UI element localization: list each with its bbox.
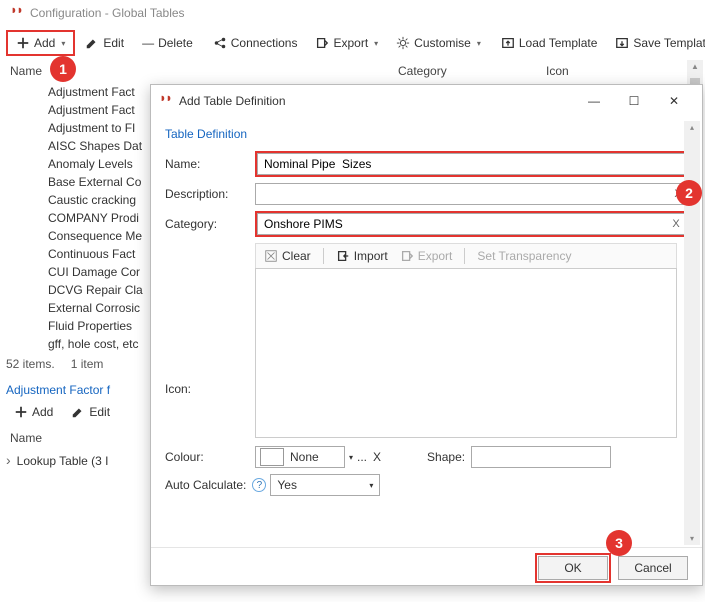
icon-label: Icon:	[165, 382, 191, 396]
auto-calc-label: Auto Calculate:	[165, 478, 246, 492]
chevron-right-icon	[6, 453, 11, 468]
shape-label: Shape:	[427, 450, 465, 464]
icon-toolbar: Clear Import Export Set Transparency	[255, 243, 677, 268]
chevron-down-icon: ▾	[477, 39, 481, 48]
name-label: Name:	[165, 157, 255, 171]
set-transparency-button: Set Transparency	[477, 249, 571, 263]
close-button[interactable]: ✕	[654, 87, 694, 115]
import-icon	[336, 249, 350, 263]
add-button[interactable]: Add ▾	[6, 30, 75, 56]
dialog-body: Table Definition Name: Description: X Ca…	[151, 117, 702, 547]
chevron-down-icon: ▾	[369, 481, 373, 490]
ok-button[interactable]: OK	[538, 556, 608, 580]
share-icon	[213, 36, 227, 50]
clear-icon	[264, 249, 278, 263]
edit-button[interactable]: Edit	[77, 32, 132, 54]
delete-button[interactable]: — Delete	[134, 32, 201, 54]
pencil-icon	[71, 405, 85, 419]
scroll-up-icon[interactable]: ▲	[691, 62, 699, 71]
panel2-edit-button[interactable]: Edit	[63, 401, 118, 423]
main-toolbar: Add ▾ Edit — Delete Connections Export ▾…	[0, 26, 705, 60]
add-table-dialog: Add Table Definition — ☐ ✕ Table Definit…	[150, 84, 703, 586]
export-icon	[315, 36, 329, 50]
icon-preview	[255, 268, 677, 438]
chevron-down-icon: ▾	[61, 39, 65, 48]
colour-swatch	[260, 448, 284, 466]
connections-button[interactable]: Connections	[205, 32, 306, 54]
app-icon	[159, 94, 173, 108]
scroll-down-icon[interactable]: ▾	[690, 534, 694, 543]
chevron-down-icon: ▾	[374, 39, 378, 48]
import-button[interactable]: Import	[336, 249, 388, 263]
window-title: Configuration - Global Tables	[0, 0, 705, 26]
shape-input[interactable]	[471, 446, 611, 468]
callout-3: 3	[606, 530, 632, 556]
save-template-button[interactable]: Save Template	[607, 32, 705, 54]
items-count: 52 items.	[6, 357, 55, 371]
category-label: Category:	[165, 217, 255, 231]
export-icon	[400, 249, 414, 263]
description-label: Description:	[165, 187, 255, 201]
header-icon[interactable]: Icon	[546, 64, 569, 78]
callout-2: 2	[676, 180, 702, 206]
maximize-button[interactable]: ☐	[614, 87, 654, 115]
callout-1: 1	[50, 56, 76, 82]
header-category[interactable]: Category	[398, 64, 546, 78]
gear-icon	[396, 36, 410, 50]
save-icon	[615, 36, 629, 50]
colour-picker[interactable]: None	[255, 446, 345, 468]
selected-count: 1 item	[71, 357, 104, 371]
customise-button[interactable]: Customise ▾	[388, 32, 489, 54]
load-icon	[501, 36, 515, 50]
app-icon	[10, 6, 24, 20]
panel2-add-button[interactable]: Add	[6, 401, 61, 423]
export-button[interactable]: Export ▾	[307, 32, 386, 54]
clear-button[interactable]: Clear	[264, 249, 311, 263]
load-template-button[interactable]: Load Template	[493, 32, 606, 54]
chevron-down-icon[interactable]: ▾	[349, 453, 353, 462]
column-headers: Name Category Icon	[0, 60, 705, 83]
help-icon[interactable]: ?	[252, 478, 266, 492]
minimize-button[interactable]: —	[574, 87, 614, 115]
colour-label: Colour:	[165, 450, 255, 464]
name-input[interactable]	[257, 153, 686, 175]
scroll-up-icon[interactable]: ▴	[690, 123, 694, 132]
panel2-col-name[interactable]: Name	[10, 431, 42, 445]
pencil-icon	[85, 36, 99, 50]
clear-x-icon[interactable]: X	[373, 450, 381, 464]
plus-icon	[16, 36, 30, 50]
ellipsis-icon[interactable]: ...	[357, 450, 367, 464]
group-title: Table Definition	[165, 127, 688, 141]
cancel-button[interactable]: Cancel	[618, 556, 688, 580]
dialog-titlebar: Add Table Definition — ☐ ✕	[151, 85, 702, 117]
title-text: Configuration - Global Tables	[30, 6, 185, 20]
export-button-disabled: Export	[400, 249, 453, 263]
dialog-title: Add Table Definition	[179, 94, 574, 108]
auto-calc-select[interactable]: Yes ▾	[270, 474, 380, 496]
minus-icon: —	[142, 36, 154, 50]
description-input[interactable]	[255, 183, 688, 205]
category-input[interactable]	[257, 213, 686, 235]
plus-icon	[14, 405, 28, 419]
